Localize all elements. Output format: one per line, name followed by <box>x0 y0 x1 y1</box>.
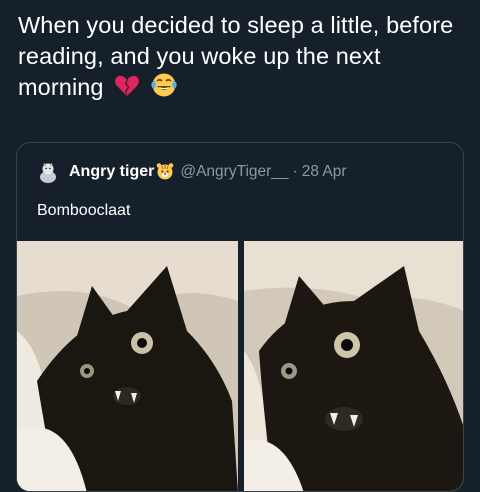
tweet-date[interactable]: 28 Apr <box>302 163 347 181</box>
tiger-face-icon <box>156 162 174 182</box>
avatar-icon[interactable] <box>37 161 59 183</box>
photo-grid <box>17 241 463 491</box>
separator-dot: · <box>292 163 298 180</box>
post-text: When you decided to sleep a little, befo… <box>18 10 468 106</box>
tears-of-joy-icon <box>151 72 177 106</box>
quoted-tweet-text: Bombooclaat <box>37 202 131 219</box>
display-name[interactable]: Angry tiger <box>69 163 154 181</box>
post-body: When you decided to sleep a little, befo… <box>18 12 454 100</box>
cat-photo-icon[interactable] <box>244 241 463 491</box>
broken-heart-icon <box>114 74 140 106</box>
quoted-tweet-card[interactable]: Angry tiger @AngryTiger__ · 28 Apr Bombo… <box>16 142 464 492</box>
user-handle[interactable]: @AngryTiger__ <box>180 163 288 181</box>
quoted-tweet-header: Angry tiger @AngryTiger__ · 28 Apr <box>37 161 347 183</box>
cat-photo-icon[interactable] <box>17 241 238 491</box>
